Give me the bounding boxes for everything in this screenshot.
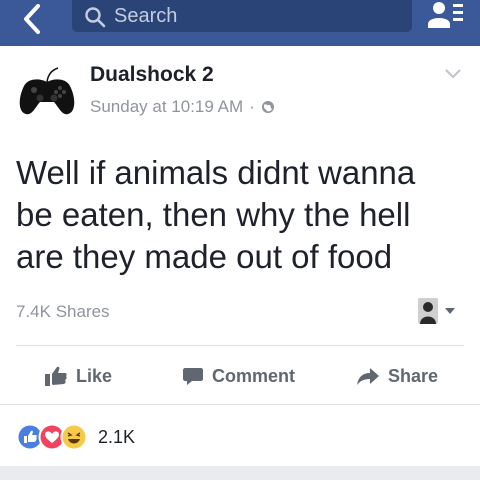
like-label: Like: [76, 365, 113, 386]
share-button[interactable]: Share: [356, 356, 438, 396]
post-options-chevron-icon[interactable]: [444, 68, 462, 80]
friend-requests-icon[interactable]: [426, 0, 466, 34]
post-timestamp[interactable]: Sunday at 10:19 AM: [90, 97, 243, 117]
caret-down-icon[interactable]: [444, 307, 456, 315]
share-arrow-icon: [357, 368, 379, 385]
thumbs-up-icon: [45, 366, 67, 386]
feed-separator: [0, 466, 480, 480]
comment-button[interactable]: Comment: [182, 356, 295, 396]
post-text: Well if animals didnt wanna be eaten, th…: [16, 152, 466, 278]
post-text-line: be eaten, then why the hell: [16, 196, 411, 233]
divider: [16, 345, 464, 346]
divider: [0, 404, 480, 405]
reaction-icons: [16, 423, 94, 451]
person-icon: [418, 298, 438, 324]
globe-icon: [261, 101, 274, 113]
post-author-name[interactable]: Dualshock 2: [90, 63, 214, 87]
haha-reaction-icon: [60, 423, 88, 451]
post-text-line: Well if animals didnt wanna: [16, 154, 416, 191]
comment-bubble-icon: [183, 368, 203, 385]
back-arrow-icon[interactable]: [16, 2, 52, 36]
post-meta: Sunday at 10:19 AM ·: [90, 97, 275, 117]
post-actions: Like Comment Share: [0, 356, 480, 396]
search-icon: [85, 7, 106, 28]
reactions-summary[interactable]: 2.1K: [16, 423, 135, 451]
meta-separator: ·: [249, 97, 255, 116]
viewer-avatar[interactable]: [418, 298, 438, 324]
comment-label: Comment: [212, 365, 296, 386]
search-placeholder: Search: [114, 5, 178, 27]
post-text-line: are they made out of food: [16, 238, 393, 275]
share-label: Share: [388, 365, 439, 386]
top-nav-bar: Search: [0, 0, 480, 46]
shares-count[interactable]: 7.4K Shares: [16, 302, 110, 322]
like-button[interactable]: Like: [44, 356, 112, 396]
reaction-count: 2.1K: [98, 426, 136, 447]
author-avatar[interactable]: [16, 62, 78, 124]
search-input[interactable]: Search: [72, 0, 412, 32]
